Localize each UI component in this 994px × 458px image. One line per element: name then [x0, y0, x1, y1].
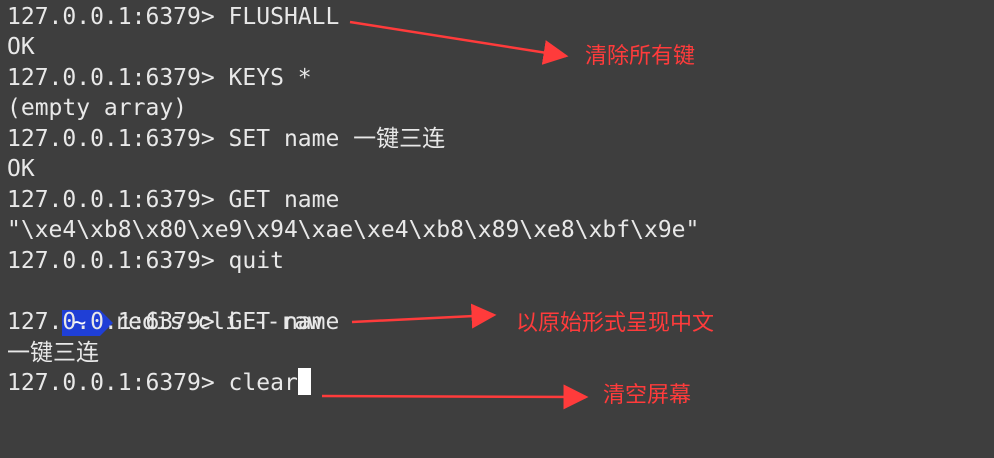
- raw-arrow: [351, 303, 497, 329]
- clear-arrow: [321, 384, 589, 410]
- clear-annotation: 清空屏幕: [603, 383, 692, 408]
- flushall-arrow: [349, 20, 569, 65]
- raw-annotation: 以原始形式呈现中文: [516, 311, 715, 336]
- annotation-arrows: [321, 20, 589, 410]
- flushall-annotation: 清除所有键: [585, 44, 696, 69]
- terminal-window[interactable]: 127.0.0.1:6379> FLUSHALL OK 127.0.0.1:63…: [0, 0, 994, 458]
